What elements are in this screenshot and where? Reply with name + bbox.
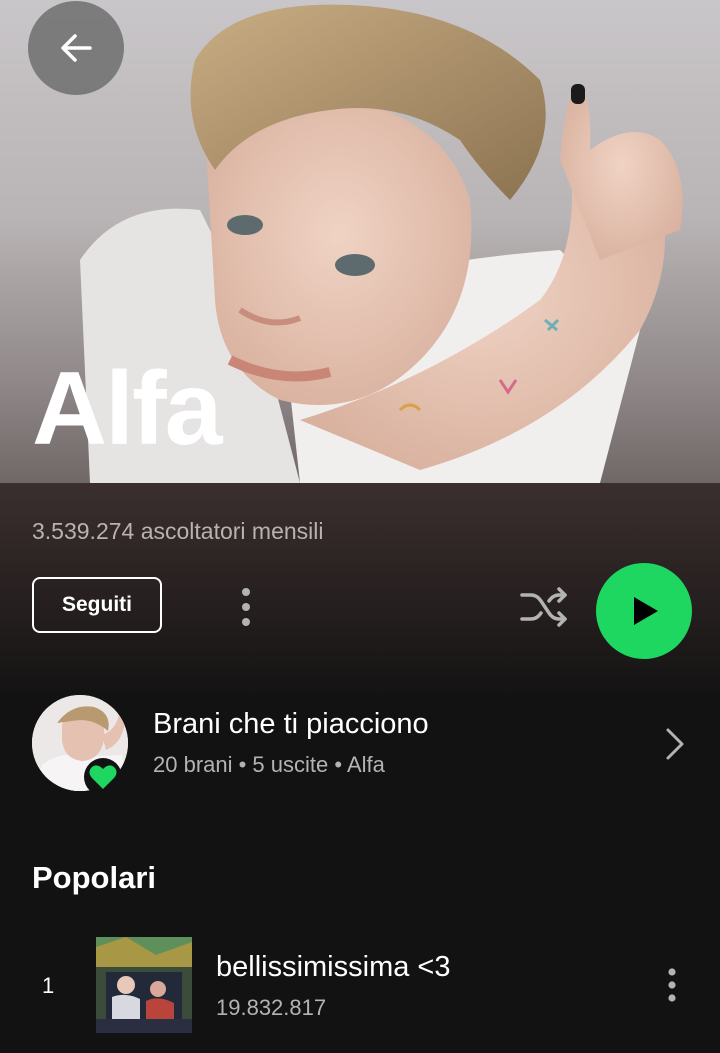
album-cover: [96, 937, 192, 1033]
back-arrow-icon: [61, 34, 92, 62]
shuffle-button[interactable]: [516, 582, 572, 632]
liked-songs-title: Brani che ti piacciono: [153, 708, 429, 740]
chevron-right-icon: [666, 728, 684, 760]
liked-songs-row[interactable]: Brani che ti piacciono 20 brani • 5 usci…: [0, 690, 720, 800]
liked-songs-subtitle: 20 brani • 5 uscite • Alfa: [153, 752, 385, 777]
liked-heart-badge: [84, 758, 122, 796]
artist-name: Alfa: [32, 351, 222, 467]
popular-section-title: Popolari: [32, 860, 157, 895]
artist-hero-image: Alfa: [0, 0, 720, 483]
more-vertical-icon: [242, 588, 250, 626]
play-button[interactable]: [596, 563, 692, 659]
more-options-button[interactable]: [226, 582, 266, 632]
back-button[interactable]: [28, 1, 124, 95]
heart-icon: [89, 765, 117, 789]
play-icon: [634, 597, 658, 625]
more-vertical-icon: [668, 968, 676, 1002]
track-cover-art: [96, 937, 192, 1033]
track-rank: 1: [42, 973, 55, 998]
track-row[interactable]: 1 bellissimissima <3 19.832.817: [0, 935, 720, 1035]
follow-button[interactable]: Seguiti: [32, 577, 162, 633]
track-title: bellissimissima <3: [216, 951, 451, 983]
track-more-button[interactable]: [652, 965, 692, 1005]
monthly-listeners: 3.539.274 ascoltatori mensili: [32, 518, 324, 544]
track-play-count: 19.832.817: [216, 995, 327, 1020]
shuffle-icon: [520, 587, 567, 627]
